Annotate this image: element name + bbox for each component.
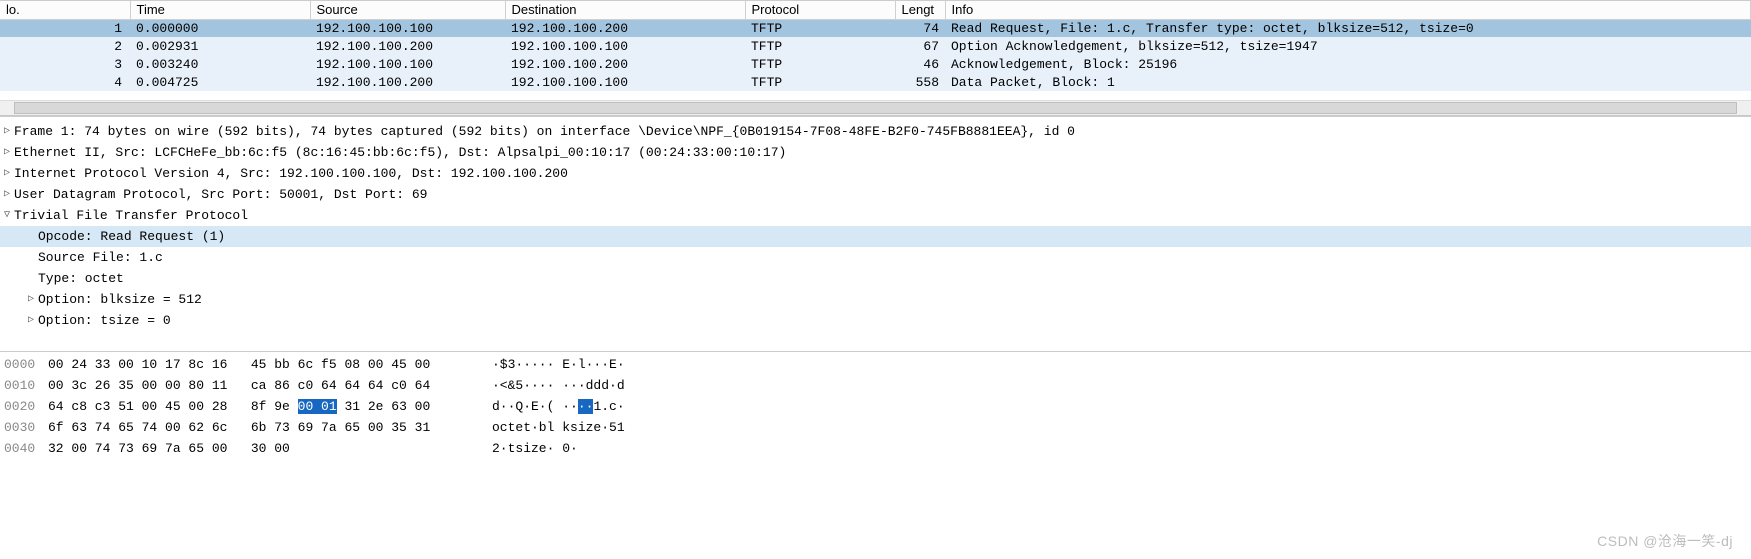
table-row[interactable]: 20.002931192.100.100.200192.100.100.100T… — [0, 37, 1751, 55]
cell-time: 0.003240 — [130, 55, 310, 73]
cell-dst: 192.100.100.200 — [505, 55, 745, 73]
cell-no: 4 — [0, 73, 130, 91]
tree-ip[interactable]: ▷Internet Protocol Version 4, Src: 192.1… — [0, 163, 1751, 184]
hex-bytes: 00 3c 26 35 00 00 80 11 ca 86 c0 64 64 6… — [48, 375, 478, 396]
hex-bytes: 00 24 33 00 10 17 8c 16 45 bb 6c f5 08 0… — [48, 354, 478, 375]
hex-bytes: 32 00 74 73 69 7a 65 00 30 00 — [48, 438, 478, 459]
tree-tftp-opcode[interactable]: Opcode: Read Request (1) — [0, 226, 1751, 247]
cell-time: 0.002931 — [130, 37, 310, 55]
tree-label: Type: octet — [38, 268, 124, 289]
cell-src: 192.100.100.200 — [310, 37, 505, 55]
packet-list-pane[interactable]: lo. Time Source Destination Protocol Len… — [0, 0, 1751, 100]
packet-list-table: lo. Time Source Destination Protocol Len… — [0, 1, 1751, 91]
tree-label: Option: blksize = 512 — [38, 289, 202, 310]
hex-row[interactable]: 002064 c8 c3 51 00 45 00 28 8f 9e 00 01 … — [0, 396, 1751, 417]
table-row[interactable]: 30.003240192.100.100.100192.100.100.200T… — [0, 55, 1751, 73]
hex-highlight: 00 01 — [298, 399, 337, 414]
packet-list-hscrollbar[interactable] — [0, 100, 1751, 116]
scrollbar-thumb[interactable] — [14, 102, 1737, 114]
hex-row[interactable]: 001000 3c 26 35 00 00 80 11 ca 86 c0 64 … — [0, 375, 1751, 396]
cell-len: 558 — [895, 73, 945, 91]
col-header-destination[interactable]: Destination — [505, 1, 745, 19]
tree-label: Source File: 1.c — [38, 247, 163, 268]
col-header-protocol[interactable]: Protocol — [745, 1, 895, 19]
tree-ethernet[interactable]: ▷Ethernet II, Src: LCFCHeFe_bb:6c:f5 (8c… — [0, 142, 1751, 163]
col-header-no[interactable]: lo. — [0, 1, 130, 19]
hex-offset: 0010 — [0, 375, 48, 396]
cell-proto: TFTP — [745, 19, 895, 37]
hex-offset: 0000 — [0, 354, 48, 375]
cell-proto: TFTP — [745, 73, 895, 91]
chevron-right-icon[interactable]: ▷ — [0, 121, 14, 142]
tree-tftp-option-blksize[interactable]: ▷Option: blksize = 512 — [0, 289, 1751, 310]
cell-time: 0.000000 — [130, 19, 310, 37]
hex-row[interactable]: 00306f 63 74 65 74 00 62 6c 6b 73 69 7a … — [0, 417, 1751, 438]
cell-dst: 192.100.100.200 — [505, 19, 745, 37]
cell-src: 192.100.100.100 — [310, 55, 505, 73]
packet-list-header-row[interactable]: lo. Time Source Destination Protocol Len… — [0, 1, 1751, 19]
cell-src: 192.100.100.200 — [310, 73, 505, 91]
tree-udp[interactable]: ▷User Datagram Protocol, Src Port: 50001… — [0, 184, 1751, 205]
tree-tftp[interactable]: ▽Trivial File Transfer Protocol — [0, 205, 1751, 226]
chevron-down-icon[interactable]: ▽ — [0, 205, 14, 226]
cell-src: 192.100.100.100 — [310, 19, 505, 37]
hex-offset: 0030 — [0, 417, 48, 438]
cell-time: 0.004725 — [130, 73, 310, 91]
cell-info: Acknowledgement, Block: 25196 — [945, 55, 1751, 73]
cell-no: 1 — [0, 19, 130, 37]
hex-row[interactable]: 000000 24 33 00 10 17 8c 16 45 bb 6c f5 … — [0, 354, 1751, 375]
hex-ascii: octet·bl ksize·51 — [478, 417, 625, 438]
cell-dst: 192.100.100.100 — [505, 37, 745, 55]
tree-label: Option: tsize = 0 — [38, 310, 171, 331]
cell-no: 3 — [0, 55, 130, 73]
hex-bytes: 64 c8 c3 51 00 45 00 28 8f 9e 00 01 31 2… — [48, 396, 478, 417]
chevron-right-icon[interactable]: ▷ — [24, 310, 38, 331]
hex-offset: 0040 — [0, 438, 48, 459]
cell-no: 2 — [0, 37, 130, 55]
tree-tftp-option-tsize[interactable]: ▷Option: tsize = 0 — [0, 310, 1751, 331]
hex-ascii: d··Q·E·( ····1.c· — [478, 396, 625, 417]
cell-proto: TFTP — [745, 55, 895, 73]
hex-ascii: ·<&5···· ···ddd·d — [478, 375, 625, 396]
cell-len: 67 — [895, 37, 945, 55]
tree-frame[interactable]: ▷Frame 1: 74 bytes on wire (592 bits), 7… — [0, 121, 1751, 142]
cell-len: 74 — [895, 19, 945, 37]
tree-tftp-srcfile[interactable]: Source File: 1.c — [0, 247, 1751, 268]
cell-info: Data Packet, Block: 1 — [945, 73, 1751, 91]
hex-ascii: 2·tsize· 0· — [478, 438, 578, 459]
hex-dump-pane[interactable]: 000000 24 33 00 10 17 8c 16 45 bb 6c f5 … — [0, 351, 1751, 501]
tree-label: Opcode: Read Request (1) — [38, 226, 225, 247]
hex-offset: 0020 — [0, 396, 48, 417]
hex-row[interactable]: 004032 00 74 73 69 7a 65 00 30 002·tsize… — [0, 438, 1751, 459]
tree-label: Ethernet II, Src: LCFCHeFe_bb:6c:f5 (8c:… — [14, 142, 786, 163]
table-row[interactable]: 40.004725192.100.100.200192.100.100.100T… — [0, 73, 1751, 91]
chevron-right-icon[interactable]: ▷ — [0, 142, 14, 163]
chevron-right-icon[interactable]: ▷ — [24, 289, 38, 310]
col-header-source[interactable]: Source — [310, 1, 505, 19]
cell-len: 46 — [895, 55, 945, 73]
packet-details-pane[interactable]: ▷Frame 1: 74 bytes on wire (592 bits), 7… — [0, 116, 1751, 351]
col-header-info[interactable]: Info — [945, 1, 1751, 19]
chevron-right-icon[interactable]: ▷ — [0, 163, 14, 184]
cell-proto: TFTP — [745, 37, 895, 55]
cell-info: Option Acknowledgement, blksize=512, tsi… — [945, 37, 1751, 55]
ascii-highlight: ·· — [578, 399, 594, 414]
tree-label: Trivial File Transfer Protocol — [14, 205, 248, 226]
tree-label: Frame 1: 74 bytes on wire (592 bits), 74… — [14, 121, 1075, 142]
chevron-right-icon[interactable]: ▷ — [0, 184, 14, 205]
watermark-text: CSDN @沧海一笑-dj — [1597, 531, 1733, 551]
col-header-time[interactable]: Time — [130, 1, 310, 19]
table-row[interactable]: 10.000000192.100.100.100192.100.100.200T… — [0, 19, 1751, 37]
col-header-length[interactable]: Lengt — [895, 1, 945, 19]
tree-label: User Datagram Protocol, Src Port: 50001,… — [14, 184, 427, 205]
hex-bytes: 6f 63 74 65 74 00 62 6c 6b 73 69 7a 65 0… — [48, 417, 478, 438]
tree-label: Internet Protocol Version 4, Src: 192.10… — [14, 163, 568, 184]
cell-dst: 192.100.100.100 — [505, 73, 745, 91]
hex-ascii: ·$3····· E·l···E· — [478, 354, 625, 375]
cell-info: Read Request, File: 1.c, Transfer type: … — [945, 19, 1751, 37]
tree-tftp-type[interactable]: Type: octet — [0, 268, 1751, 289]
